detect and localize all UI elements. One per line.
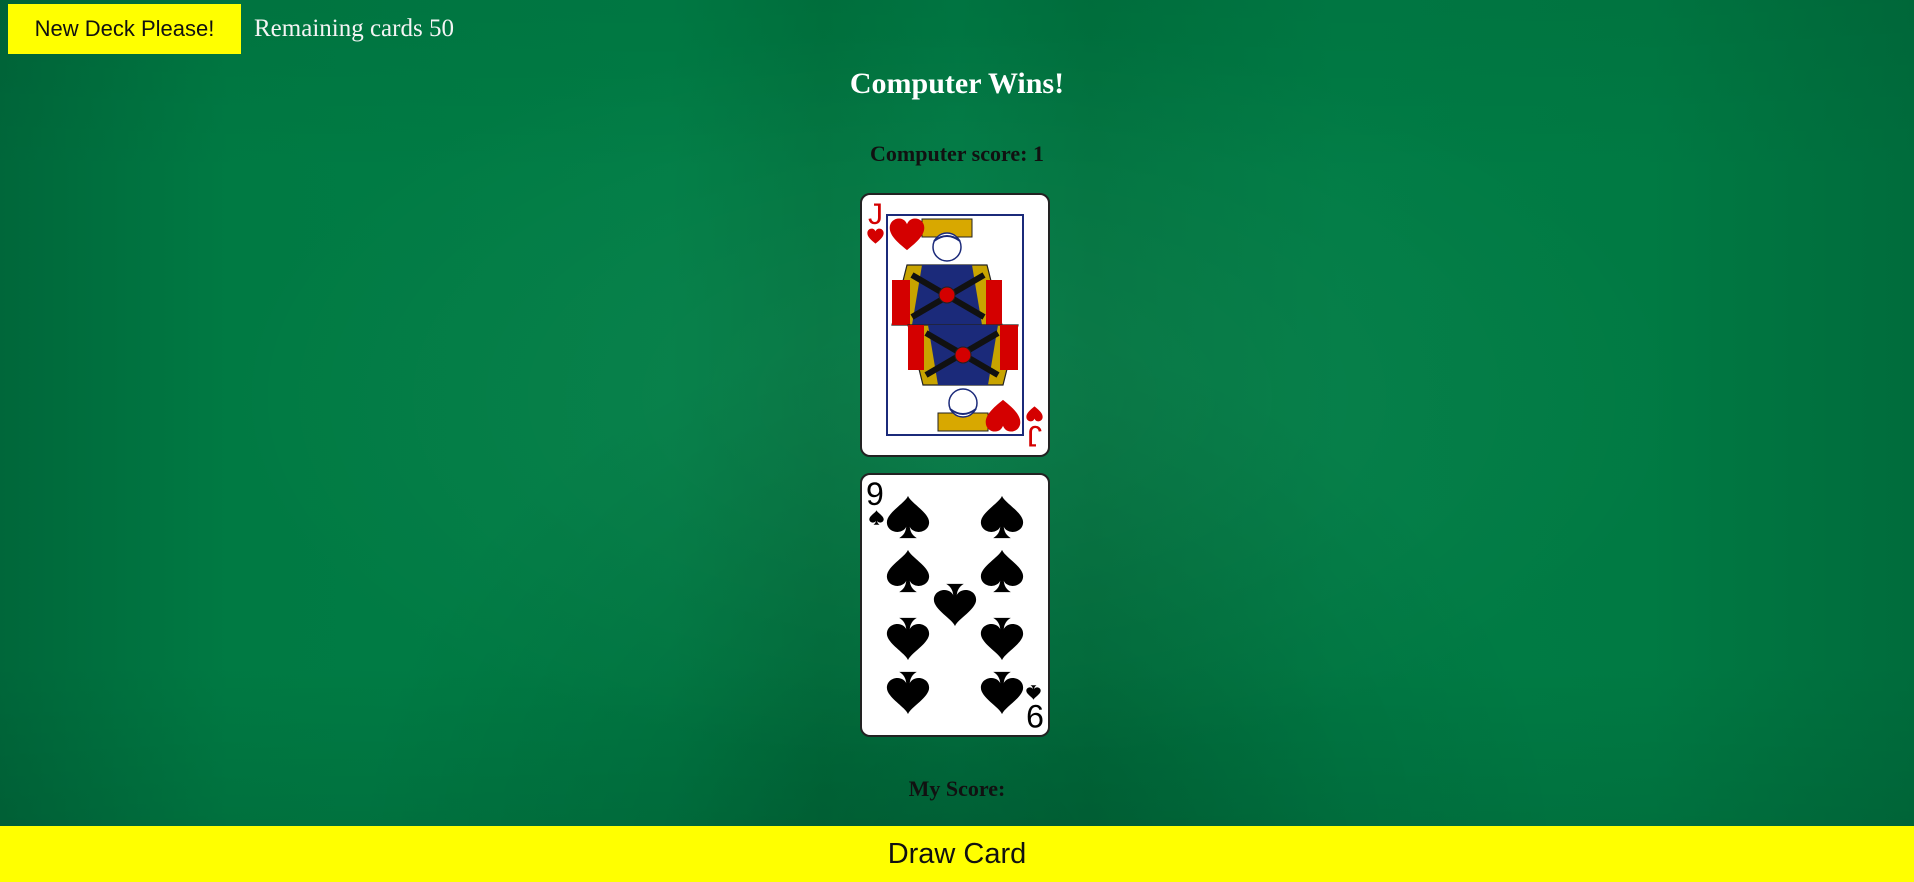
winner-heading: Computer Wins! bbox=[849, 67, 1065, 100]
card-rank-top: 9 bbox=[866, 476, 884, 512]
player-card: 9 9 bbox=[860, 473, 1050, 737]
svg-text:J: J bbox=[1027, 419, 1042, 452]
my-score: My Score: bbox=[908, 776, 1006, 801]
svg-text:9: 9 bbox=[1026, 698, 1044, 734]
spade-icon bbox=[869, 510, 884, 525]
new-deck-button[interactable]: New Deck Please! bbox=[8, 4, 241, 54]
card-rank-top: J bbox=[868, 198, 883, 231]
draw-card-button[interactable]: Draw Card bbox=[0, 826, 1914, 882]
computer-score: Computer score: 1 bbox=[870, 141, 1044, 166]
remaining-cards-text: Remaining cards 50 bbox=[254, 15, 454, 42]
computer-card: J J bbox=[860, 193, 1050, 457]
nine-of-spades-card-art: 9 9 bbox=[866, 476, 1044, 734]
jack-of-hearts-card-art: J J bbox=[867, 198, 1043, 452]
top-bar: New Deck Please! Remaining cards 50 bbox=[8, 4, 454, 54]
